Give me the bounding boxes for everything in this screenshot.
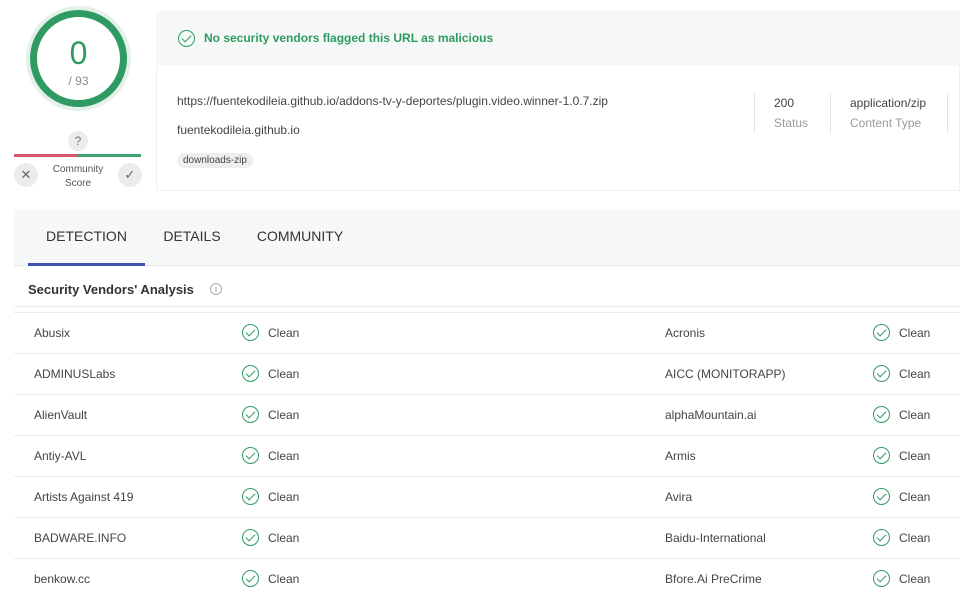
vendor-name: Baidu-International [665, 531, 766, 545]
vendor-name: Artists Against 419 [34, 490, 134, 504]
check-circle-icon [178, 29, 195, 47]
http-status-label: Status [774, 116, 809, 130]
vendor-name: Antiy-AVL [34, 449, 87, 463]
vendor-name: benkow.cc [34, 572, 91, 586]
check-circle-icon [242, 488, 259, 505]
vendor-status: Clean [873, 406, 930, 423]
info-icon[interactable]: i [210, 283, 222, 295]
verdict-message: No security vendors flagged this URL as … [204, 31, 494, 45]
check-circle-icon [873, 365, 890, 382]
content-type-value: application/zip [850, 96, 927, 110]
check-circle-icon [873, 406, 890, 423]
detection-score-ring: 0 / 93 [30, 10, 127, 107]
vendor-name: AlienVault [34, 408, 88, 422]
check-circle-icon [242, 324, 259, 341]
detection-count: 0 [69, 35, 88, 71]
close-icon[interactable]: ✕ [14, 163, 38, 187]
vendor-name: BADWARE.INFO [34, 531, 127, 545]
vendor-name: Armis [665, 449, 696, 463]
vendor-status: Clean [873, 488, 930, 505]
vendors-section-header: Security Vendors' Analysis i [14, 272, 960, 307]
section-title: Security Vendors' Analysis [28, 282, 194, 297]
check-circle-icon [873, 324, 890, 341]
check-circle-icon [873, 529, 890, 546]
community-score-bar-malicious [14, 154, 78, 157]
check-circle-icon [242, 406, 259, 423]
tab-community[interactable]: COMMUNITY [250, 210, 350, 266]
vendor-status: Clean [873, 570, 930, 587]
content-type-label: Content Type [850, 116, 922, 130]
table-row: AlienVault Clean alphaMountain.ai Clean [14, 395, 960, 436]
vendor-status: Clean [242, 324, 299, 341]
check-circle-icon [242, 447, 259, 464]
tab-details[interactable]: DETAILS [154, 210, 230, 266]
vendor-status: Clean [242, 529, 299, 546]
vendor-name: ADMINUSLabs [34, 367, 116, 381]
url-tag[interactable]: downloads-zip [177, 153, 253, 168]
url-domain[interactable]: fuentekodileia.github.io [177, 123, 300, 137]
content-type: application/zip Content Type [830, 93, 948, 133]
check-circle-icon [873, 488, 890, 505]
check-circle-icon [873, 447, 890, 464]
vendor-name: AICC (MONITORAPP) [665, 367, 786, 381]
vendor-status: Clean [242, 570, 299, 587]
tab-detection[interactable]: DETECTION [28, 210, 145, 266]
check-icon[interactable]: ✓ [118, 163, 142, 187]
check-circle-icon [242, 570, 259, 587]
vendor-status: Clean [242, 488, 299, 505]
http-status: 200 Status [754, 93, 830, 133]
vendor-status: Clean [242, 365, 299, 382]
vendor-status: Clean [873, 324, 930, 341]
table-row: BADWARE.INFO Clean Baidu-International C… [14, 518, 960, 559]
engine-total: / 93 [68, 74, 89, 88]
tab-bar: DETECTION DETAILS COMMUNITY [14, 210, 960, 266]
vendor-table: Abusix Clean Acronis Clean ADMINUSLabs C… [14, 312, 960, 594]
community-score-label: Community Score [52, 164, 104, 189]
scanned-url: https://fuentekodileia.github.io/addons-… [177, 94, 608, 108]
table-row: Abusix Clean Acronis Clean [14, 313, 960, 354]
community-score-bar [14, 154, 141, 157]
vendor-status: Clean [873, 529, 930, 546]
check-circle-icon [242, 365, 259, 382]
vendor-name: alphaMountain.ai [665, 408, 757, 422]
table-row: Artists Against 419 Clean Avira Clean [14, 477, 960, 518]
vendor-name: Avira [665, 490, 693, 504]
verdict-banner: No security vendors flagged this URL as … [156, 11, 960, 65]
vendor-name: Bfore.Ai PreCrime [665, 572, 762, 586]
table-row: benkow.cc Clean Bfore.Ai PreCrime Clean [14, 559, 960, 594]
check-circle-icon [873, 570, 890, 587]
vendor-status: Clean [873, 447, 930, 464]
check-circle-icon [242, 529, 259, 546]
url-info-panel: https://fuentekodileia.github.io/addons-… [156, 65, 960, 191]
community-unknown-icon: ? [68, 131, 88, 151]
table-row: ADMINUSLabs Clean AICC (MONITORAPP) Clea… [14, 354, 960, 395]
vendor-status: Clean [242, 406, 299, 423]
vendor-status: Clean [242, 447, 299, 464]
vendor-status: Clean [873, 365, 930, 382]
vendor-name: Acronis [665, 326, 706, 340]
http-status-value: 200 [774, 96, 795, 110]
vendor-name: Abusix [34, 326, 71, 340]
table-row: Antiy-AVL Clean Armis Clean [14, 436, 960, 477]
